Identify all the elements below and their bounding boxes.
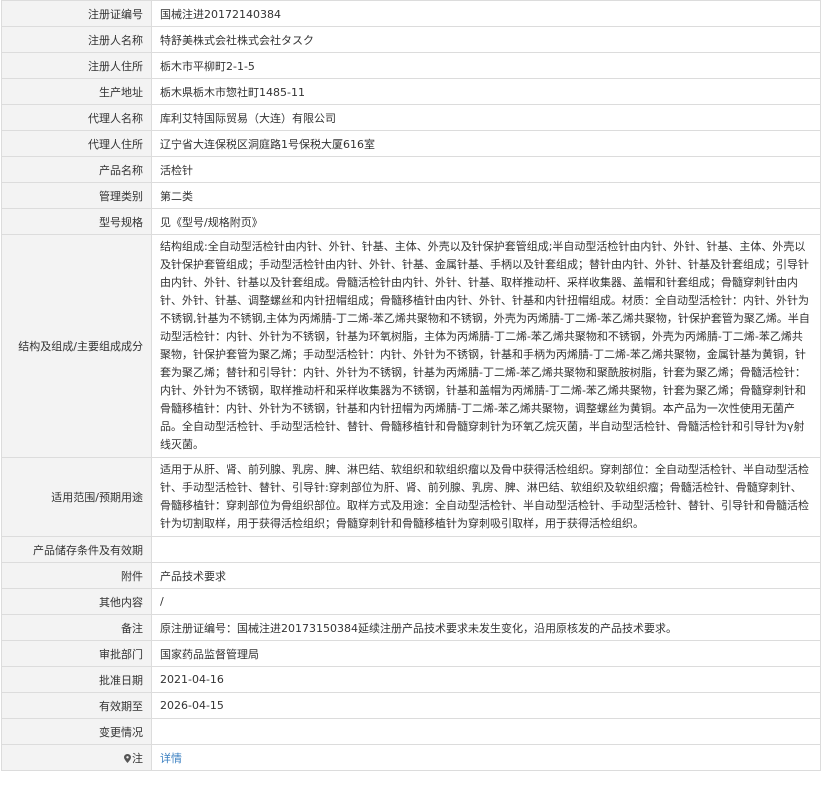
field-label: 结构及组成/主要组成成分 bbox=[1, 234, 152, 458]
row-other-content: 其他内容 / bbox=[1, 588, 821, 615]
field-label: 产品储存条件及有效期 bbox=[1, 536, 152, 563]
field-value: 2026-04-15 bbox=[151, 692, 821, 719]
row-production-address: 生产地址 栃木県栃木市惣社町1485-11 bbox=[1, 78, 821, 105]
row-agent-address: 代理人住所 辽宁省大连保税区洞庭路1号保税大厦616室 bbox=[1, 130, 821, 157]
row-note: 注 详情 bbox=[1, 744, 821, 771]
field-label: 其他内容 bbox=[1, 588, 152, 615]
field-label: 注册证编号 bbox=[1, 0, 152, 27]
field-label: 代理人住所 bbox=[1, 130, 152, 157]
row-model-spec: 型号规格 见《型号/规格附页》 bbox=[1, 208, 821, 235]
field-value: 结构组成:全自动型活检针由内针、外针、针基、主体、外壳以及针保护套管组成;半自动… bbox=[151, 234, 821, 458]
field-label: 产品名称 bbox=[1, 156, 152, 183]
field-value: 国家药品监督管理局 bbox=[151, 640, 821, 667]
row-approval-department: 审批部门 国家药品监督管理局 bbox=[1, 640, 821, 667]
field-value: 栃木県栃木市惣社町1485-11 bbox=[151, 78, 821, 105]
row-registration-number: 注册证编号 国械注进20172140384 bbox=[1, 0, 821, 27]
row-storage-conditions: 产品储存条件及有效期 bbox=[1, 536, 821, 563]
field-label: 备注 bbox=[1, 614, 152, 641]
row-registrant-address: 注册人住所 栃木市平柳町2-1-5 bbox=[1, 52, 821, 79]
details-link[interactable]: 详情 bbox=[160, 752, 182, 765]
field-value: 第二类 bbox=[151, 182, 821, 209]
field-value: 适用于从肝、肾、前列腺、乳房、脾、淋巴结、软组织和软组织瘤以及骨中获得活检组织。… bbox=[151, 457, 821, 537]
map-pin-icon bbox=[124, 753, 131, 763]
field-label: 附件 bbox=[1, 562, 152, 589]
row-change-history: 变更情况 bbox=[1, 718, 821, 745]
field-label: 注 bbox=[1, 744, 152, 771]
field-label: 变更情况 bbox=[1, 718, 152, 745]
field-value: 国械注进20172140384 bbox=[151, 0, 821, 27]
field-value: 库利艾特国际贸易（大连）有限公司 bbox=[151, 104, 821, 131]
field-label: 有效期至 bbox=[1, 692, 152, 719]
row-product-name: 产品名称 活检针 bbox=[1, 156, 821, 183]
field-value: 详情 bbox=[151, 744, 821, 771]
field-label: 适用范围/预期用途 bbox=[1, 457, 152, 537]
field-value: 特舒美株式会社株式会社タスク bbox=[151, 26, 821, 53]
row-remarks: 备注 原注册证编号：国械注进20173150384延续注册产品技术要求未发生变化… bbox=[1, 614, 821, 641]
row-valid-until: 有效期至 2026-04-15 bbox=[1, 692, 821, 719]
row-structure-composition: 结构及组成/主要组成成分 结构组成:全自动型活检针由内针、外针、针基、主体、外壳… bbox=[1, 234, 821, 458]
field-label: 注册人住所 bbox=[1, 52, 152, 79]
field-label: 代理人名称 bbox=[1, 104, 152, 131]
row-management-category: 管理类别 第二类 bbox=[1, 182, 821, 209]
row-registrant-name: 注册人名称 特舒美株式会社株式会社タスク bbox=[1, 26, 821, 53]
field-label: 审批部门 bbox=[1, 640, 152, 667]
field-value: 栃木市平柳町2-1-5 bbox=[151, 52, 821, 79]
field-value: / bbox=[151, 588, 821, 615]
row-approval-date: 批准日期 2021-04-16 bbox=[1, 666, 821, 693]
row-agent-name: 代理人名称 库利艾特国际贸易（大连）有限公司 bbox=[1, 104, 821, 131]
row-intended-use: 适用范围/预期用途 适用于从肝、肾、前列腺、乳房、脾、淋巴结、软组织和软组织瘤以… bbox=[1, 457, 821, 537]
field-value bbox=[151, 718, 821, 745]
note-label: 注 bbox=[132, 751, 143, 765]
field-label: 注册人名称 bbox=[1, 26, 152, 53]
field-label: 管理类别 bbox=[1, 182, 152, 209]
registration-table: 注册证编号 国械注进20172140384 注册人名称 特舒美株式会社株式会社タ… bbox=[1, 0, 821, 771]
field-label: 批准日期 bbox=[1, 666, 152, 693]
field-value: 见《型号/规格附页》 bbox=[151, 208, 821, 235]
field-value: 原注册证编号：国械注进20173150384延续注册产品技术要求未发生变化，沿用… bbox=[151, 614, 821, 641]
field-value: 2021-04-16 bbox=[151, 666, 821, 693]
row-attachment: 附件 产品技术要求 bbox=[1, 562, 821, 589]
field-label: 型号规格 bbox=[1, 208, 152, 235]
field-value bbox=[151, 536, 821, 563]
field-value: 活检针 bbox=[151, 156, 821, 183]
field-value: 辽宁省大连保税区洞庭路1号保税大厦616室 bbox=[151, 130, 821, 157]
field-label: 生产地址 bbox=[1, 78, 152, 105]
field-value: 产品技术要求 bbox=[151, 562, 821, 589]
